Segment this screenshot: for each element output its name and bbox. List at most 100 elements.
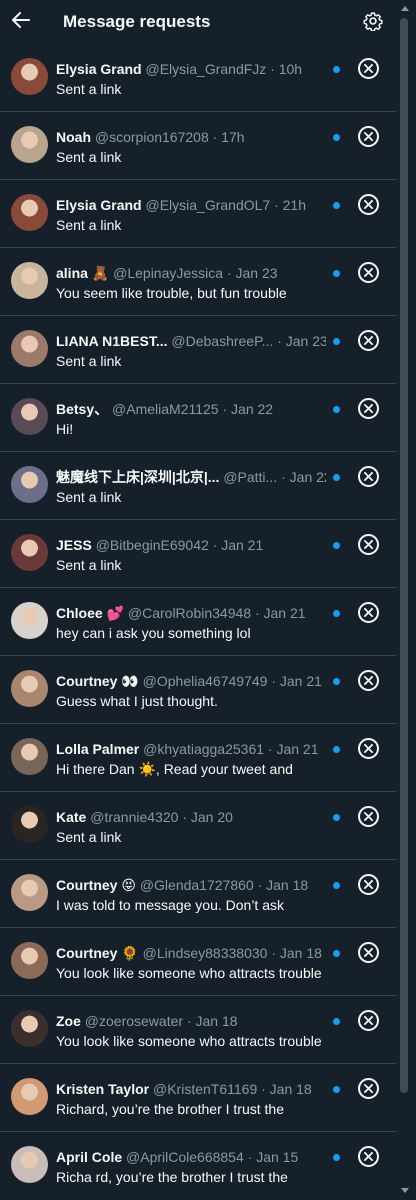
sender-name[interactable]: Courtney 😝: [56, 877, 136, 893]
avatar[interactable]: [11, 806, 48, 843]
avatar[interactable]: [11, 398, 48, 435]
message-preview: Hi there Dan ☀️, Read your tweet and: [56, 761, 293, 777]
dismiss-request-button[interactable]: [358, 1146, 379, 1167]
dismiss-request-button[interactable]: [358, 1078, 379, 1099]
close-icon: [364, 472, 373, 481]
dismiss-request-button[interactable]: [358, 126, 379, 147]
message-request-item[interactable]: Betsy、 @AmeliaM21125 · Jan 22 Hi!: [0, 384, 396, 452]
unread-dot-icon: [333, 610, 340, 617]
unread-dot-icon: [333, 202, 340, 209]
message-preview: Sent a link: [56, 829, 122, 845]
request-header: JESS @BitbeginE69042 · Jan 21: [56, 536, 326, 554]
avatar[interactable]: [11, 330, 48, 367]
timestamp: · Jan 18: [261, 1081, 312, 1097]
dismiss-request-button[interactable]: [358, 738, 379, 759]
avatar[interactable]: [11, 670, 48, 707]
sender-handle: @BitbeginE69042: [95, 537, 209, 553]
message-request-item[interactable]: Kristen Taylor @KristenT61169 · Jan 18 R…: [0, 1064, 396, 1132]
message-preview: You look like someone who attracts troub…: [56, 965, 322, 981]
dismiss-request-button[interactable]: [358, 670, 379, 691]
settings-button[interactable]: [363, 11, 383, 32]
request-header: Elysia Grand @Elysia_GrandFJz · 10h: [56, 60, 326, 78]
timestamp: · Jan 21: [254, 605, 306, 621]
request-header: Elysia Grand @Elysia_GrandOL7 · 21h: [56, 196, 326, 214]
timestamp: · Jan 22: [281, 469, 326, 485]
close-icon: [364, 812, 373, 821]
sender-handle: @Elysia_GrandOL7: [145, 197, 271, 213]
sender-name[interactable]: Elysia Grand: [56, 61, 142, 77]
message-request-item[interactable]: LIANA N1BEST... @DebashreeP... · Jan 23 …: [0, 316, 396, 384]
message-request-item[interactable]: JESS @BitbeginE69042 · Jan 21 Sent a lin…: [0, 520, 396, 588]
sender-name[interactable]: April Cole: [56, 1149, 122, 1165]
message-request-item[interactable]: Elysia Grand @Elysia_GrandOL7 · 21h Sent…: [0, 180, 396, 248]
request-header: Noah @scorpion167208 · 17h: [56, 128, 326, 146]
avatar[interactable]: [11, 1146, 48, 1183]
sender-name[interactable]: Chloee 💕: [56, 605, 124, 621]
close-icon: [364, 200, 373, 209]
scrollbar-thumb[interactable]: [400, 18, 408, 1093]
avatar[interactable]: [11, 194, 48, 231]
dismiss-request-button[interactable]: [358, 58, 379, 79]
message-request-item[interactable]: Courtney 👀 @Ophelia46749749 · Jan 21 Gue…: [0, 656, 396, 724]
avatar[interactable]: [11, 602, 48, 639]
message-request-item[interactable]: April Cole @AprilCole668854 · Jan 15 Ric…: [0, 1132, 396, 1200]
scroll-down-icon[interactable]: [401, 1188, 409, 1193]
sender-name[interactable]: JESS: [56, 537, 92, 553]
sender-handle: @zoerosewater: [84, 1013, 184, 1029]
message-request-item[interactable]: alina 🧸 @LepinayJessica · Jan 23 You see…: [0, 248, 396, 316]
sender-name[interactable]: Elysia Grand: [56, 197, 142, 213]
dismiss-request-button[interactable]: [358, 466, 379, 487]
dismiss-request-button[interactable]: [358, 874, 379, 895]
avatar[interactable]: [11, 942, 48, 979]
message-request-item[interactable]: Courtney 🌻 @Lindsey88338030 · Jan 18 You…: [0, 928, 396, 996]
avatar[interactable]: [11, 738, 48, 775]
avatar[interactable]: [11, 534, 48, 571]
back-button[interactable]: [10, 9, 32, 31]
dismiss-request-button[interactable]: [358, 194, 379, 215]
close-icon: [364, 948, 373, 957]
message-request-item[interactable]: Elysia Grand @Elysia_GrandFJz · 10h Sent…: [0, 44, 396, 112]
unread-dot-icon: [333, 1086, 340, 1093]
message-request-item[interactable]: Kate @trannie4320 · Jan 20 Sent a link: [0, 792, 396, 860]
sender-name[interactable]: Zoe: [56, 1013, 81, 1029]
message-request-item[interactable]: Courtney 😝 @Glenda1727860 · Jan 18 I was…: [0, 860, 396, 928]
sender-name[interactable]: Kate: [56, 809, 86, 825]
dismiss-request-button[interactable]: [358, 1010, 379, 1031]
sender-name[interactable]: Betsy、: [56, 401, 108, 417]
avatar[interactable]: [11, 1078, 48, 1115]
message-request-item[interactable]: Zoe @zoerosewater · Jan 18 You look like…: [0, 996, 396, 1064]
avatar[interactable]: [11, 874, 48, 911]
dismiss-request-button[interactable]: [358, 330, 379, 351]
timestamp: · Jan 23: [277, 333, 326, 349]
avatar[interactable]: [11, 126, 48, 163]
sender-name[interactable]: Kristen Taylor: [56, 1081, 149, 1097]
dismiss-request-button[interactable]: [358, 534, 379, 555]
avatar[interactable]: [11, 262, 48, 299]
dismiss-request-button[interactable]: [358, 942, 379, 963]
scrollbar[interactable]: [396, 0, 416, 1200]
avatar[interactable]: [11, 1010, 48, 1047]
timestamp: · Jan 21: [271, 673, 322, 689]
header: Message requests: [0, 0, 416, 44]
sender-name[interactable]: Courtney 👀: [56, 673, 139, 689]
avatar[interactable]: [11, 58, 48, 95]
sender-name[interactable]: Noah: [56, 129, 91, 145]
message-request-item[interactable]: Lolla Palmer @khyatiagga25361 · Jan 21 H…: [0, 724, 396, 792]
sender-name[interactable]: 魅魔线下上床|深圳|北京|...: [56, 469, 219, 485]
avatar[interactable]: [11, 466, 48, 503]
dismiss-request-button[interactable]: [358, 806, 379, 827]
message-request-item[interactable]: Noah @scorpion167208 · 17h Sent a link: [0, 112, 396, 180]
sender-name[interactable]: Lolla Palmer: [56, 741, 139, 757]
scroll-up-icon[interactable]: [401, 6, 409, 11]
message-request-item[interactable]: Chloee 💕 @CarolRobin34948 · Jan 21 hey c…: [0, 588, 396, 656]
unread-dot-icon: [333, 950, 340, 957]
timestamp: · Jan 18: [271, 945, 322, 961]
message-request-item[interactable]: 魅魔线下上床|深圳|北京|... @Patti... · Jan 22 Sent…: [0, 452, 396, 520]
dismiss-request-button[interactable]: [358, 602, 379, 623]
dismiss-request-button[interactable]: [358, 262, 379, 283]
sender-name[interactable]: alina 🧸: [56, 265, 109, 281]
sender-name[interactable]: LIANA N1BEST...: [56, 333, 168, 349]
close-icon: [364, 676, 373, 685]
dismiss-request-button[interactable]: [358, 398, 379, 419]
sender-name[interactable]: Courtney 🌻: [56, 945, 139, 961]
